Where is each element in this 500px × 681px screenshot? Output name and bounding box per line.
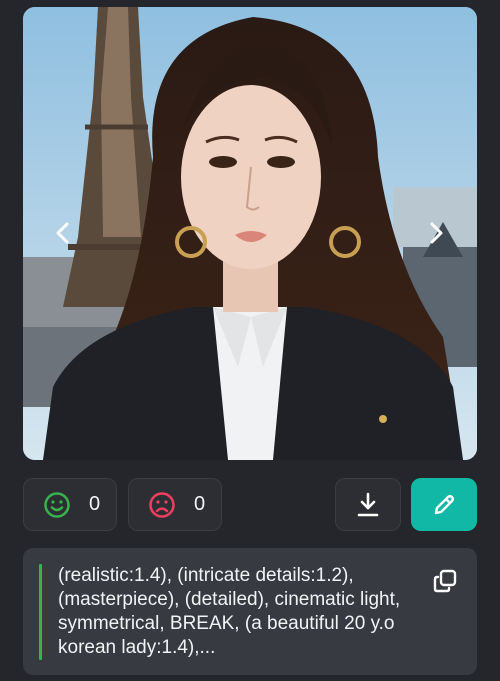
copy-prompt-button[interactable] [430,566,460,596]
prompt-text: (realistic:1.4), (intricate details:1.2)… [58,565,401,658]
download-button[interactable] [335,478,401,531]
prompt-panel: (realistic:1.4), (intricate details:1.2)… [23,548,477,675]
like-button[interactable]: 0 [23,478,117,531]
chevron-left-icon [56,222,69,244]
smile-icon [44,491,70,518]
dislike-button[interactable]: 0 [128,478,222,531]
chevron-right-icon [430,222,443,244]
next-image-button[interactable] [421,218,451,248]
prompt-accent-bar [39,564,42,660]
image-card: 0 0 (realistic:1.4), (intricate details:… [0,0,500,681]
pencil-icon [434,494,454,514]
frown-icon [149,491,175,518]
dislike-count: 0 [194,493,206,515]
like-count: 0 [89,493,101,515]
edit-button[interactable] [411,478,477,531]
portrait-image [23,7,477,460]
image-viewer[interactable] [23,7,477,460]
copy-icon [433,569,457,593]
download-icon [357,492,379,516]
previous-image-button[interactable] [48,218,78,248]
